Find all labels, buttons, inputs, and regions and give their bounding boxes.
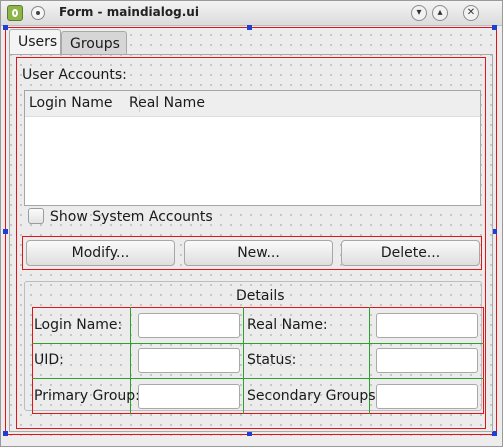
column-real-name[interactable]: Real Name [129,95,205,111]
show-system-accounts-checkbox[interactable] [28,208,44,224]
real-name-label: Real Name: [247,317,328,333]
window-title: Form - maindialog.ui [59,5,199,19]
users-tab-page: User Accounts: Login Name Real Name Show… [9,54,493,432]
status-field[interactable] [376,348,478,373]
tab-users[interactable]: Users [9,29,61,55]
details-title: Details [236,288,285,304]
primary-group-label: Primary Group: [34,388,140,404]
secondary-groups-field[interactable] [376,384,478,409]
close-icon[interactable]: ✕ [463,5,479,21]
designer-app-icon[interactable] [7,5,23,21]
chevron-up-icon[interactable]: ▴ [432,5,448,21]
primary-group-field[interactable] [138,384,240,409]
uid-field[interactable] [138,348,240,373]
grid-line [32,343,484,344]
column-login-name[interactable]: Login Name [29,95,113,111]
grid-line [32,378,484,379]
login-name-label: Login Name: [34,317,123,333]
title-bar[interactable]: Form - maindialog.ui ▾ ▴ ✕ [1,1,502,26]
pin-icon[interactable] [31,6,45,20]
new-button[interactable]: New... [184,240,333,266]
list-header: Login Name Real Name [25,91,480,117]
user-accounts-list[interactable]: Login Name Real Name [24,90,481,206]
selection-handle[interactable] [3,25,8,30]
form-canvas[interactable]: Users Groups User Accounts: Login Name R… [3,25,499,436]
selection-handle[interactable] [3,431,8,436]
selection-handle[interactable] [247,25,252,30]
uid-label: UID: [34,352,64,368]
real-name-field[interactable] [376,313,478,338]
selection-handle[interactable] [3,229,8,234]
grid-line [243,307,244,414]
modify-button[interactable]: Modify... [26,240,175,266]
tab-groups[interactable]: Groups [61,31,127,55]
user-accounts-label: User Accounts: [22,67,127,83]
secondary-groups-label: Secondary Groups: [247,388,381,404]
delete-button[interactable]: Delete... [341,240,480,266]
show-system-accounts-label[interactable]: Show System Accounts [50,209,213,225]
status-label: Status: [247,352,297,368]
login-name-field[interactable] [138,313,240,338]
chevron-down-icon[interactable]: ▾ [411,5,427,21]
designer-window: Form - maindialog.ui ▾ ▴ ✕ Users Groups … [0,0,503,447]
selection-handle[interactable] [492,25,497,30]
